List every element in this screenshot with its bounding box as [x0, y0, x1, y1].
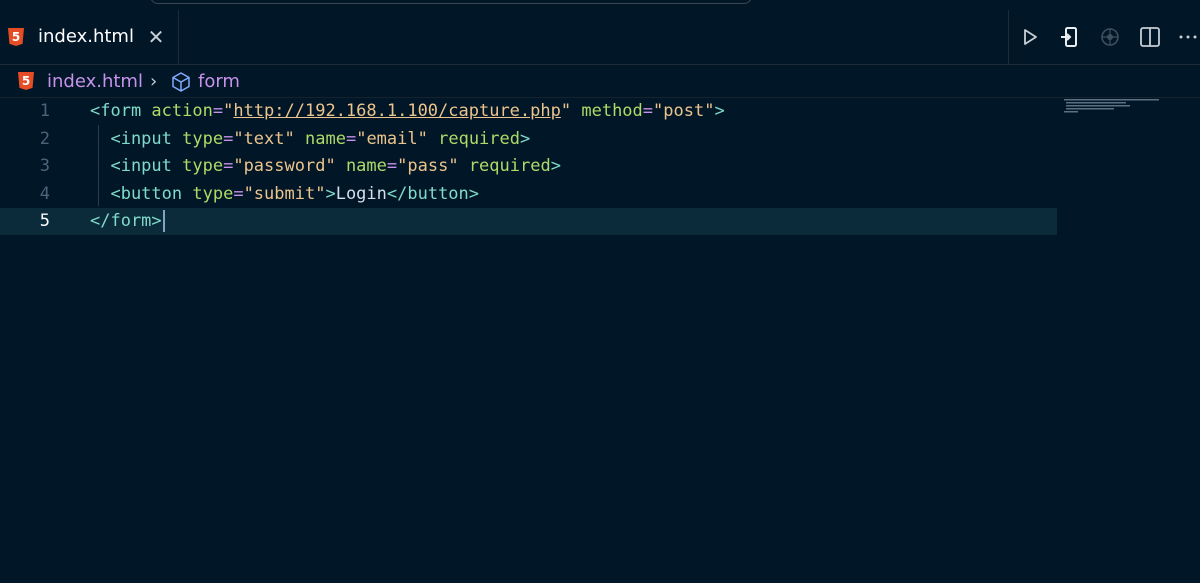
code-token: = [233, 183, 244, 204]
code-token: "pass" [397, 156, 459, 176]
code-text[interactable]: <button type="submit">Login</button> [90, 181, 479, 208]
code-token: "submit" [243, 183, 326, 204]
code-token: = [223, 156, 234, 176]
code-line[interactable]: 1 <form action="http://192.168.1.100/capt… [0, 98, 1060, 125]
code-token: "post" [653, 101, 715, 121]
code-text[interactable]: <form action="http://192.168.1.100/captu… [90, 98, 725, 125]
chevron-right-icon: › [150, 71, 158, 92]
code-token: type [182, 128, 224, 149]
code-token: = [212, 101, 224, 121]
breadcrumb-file[interactable]: index.html [47, 71, 143, 93]
code-line[interactable]: 3 <input type="password" name="pass" req… [0, 153, 1060, 180]
code-token: http://192.168.1.100/capture.php [233, 101, 561, 121]
code-token: > [325, 183, 336, 204]
command-center[interactable] [150, 0, 752, 4]
html5-icon: 5 [18, 72, 34, 90]
code-line[interactable]: 5 </form> [0, 208, 1057, 235]
split-editor-icon[interactable] [1137, 24, 1163, 50]
code-token: " [560, 101, 572, 121]
line-number: 4 [39, 183, 50, 204]
code-token: name [305, 128, 346, 149]
code-token: Login [335, 183, 387, 204]
code-token: </form> [90, 211, 162, 231]
tab-label: index.html [38, 26, 134, 47]
text-cursor [162, 210, 165, 232]
live-share-icon[interactable] [1097, 24, 1123, 50]
code-token: = [345, 128, 357, 149]
line-number: 3 [39, 156, 50, 176]
code-token: <input [90, 128, 183, 149]
cube-icon [170, 71, 192, 93]
code-token: = [386, 156, 398, 176]
line-number: 1 [39, 101, 50, 121]
code-line[interactable]: 4 <button type="submit">Login</button> [0, 181, 1060, 208]
code-token: required [468, 156, 551, 176]
code-token: type [182, 156, 224, 176]
open-preview-icon[interactable] [1057, 24, 1083, 50]
code-token: name [345, 156, 387, 176]
html5-icon: 5 [8, 28, 24, 46]
code-token: > [520, 128, 531, 149]
code-text[interactable]: <input type="password" name="pass" requi… [90, 153, 561, 180]
code-token: action [151, 101, 213, 121]
code-token: type [192, 183, 234, 204]
code-editor[interactable]: 1 <form action="http://192.168.1.100/capt… [0, 98, 1200, 583]
tab-index-html[interactable]: 5 index.html ✕ [0, 10, 179, 64]
code-token: </button> [386, 183, 480, 204]
code-token: > [714, 101, 725, 121]
code-token: = [223, 128, 234, 149]
line-number: 5 [39, 211, 50, 231]
code-text[interactable]: <input type="text" name="email" required… [90, 126, 530, 153]
close-icon[interactable]: ✕ [146, 27, 166, 47]
editor-actions [1008, 10, 1200, 64]
code-token: "password" [233, 156, 336, 176]
code-token: required [438, 128, 520, 149]
title-bar [0, 0, 1200, 10]
more-actions-icon[interactable] [1175, 24, 1200, 50]
code-token: " [223, 101, 234, 121]
code-line[interactable]: 2 <input type="text" name="email" requir… [0, 126, 1060, 153]
breadcrumb-symbol[interactable]: form [198, 71, 240, 93]
line-number: 2 [39, 128, 50, 149]
code-token: = [642, 101, 654, 121]
code-token: <form [90, 101, 152, 121]
code-token: "text" [233, 128, 295, 149]
code-text[interactable]: </form> [90, 208, 165, 235]
code-token: <button [90, 183, 193, 204]
minimap[interactable] [1062, 98, 1172, 118]
code-token: <input [90, 156, 183, 176]
breadcrumb: 5 index.html › form [0, 65, 1200, 98]
code-token: > [550, 156, 561, 176]
code-token: method [581, 101, 643, 121]
run-icon[interactable] [1017, 24, 1043, 50]
code-token: "email" [356, 128, 428, 149]
